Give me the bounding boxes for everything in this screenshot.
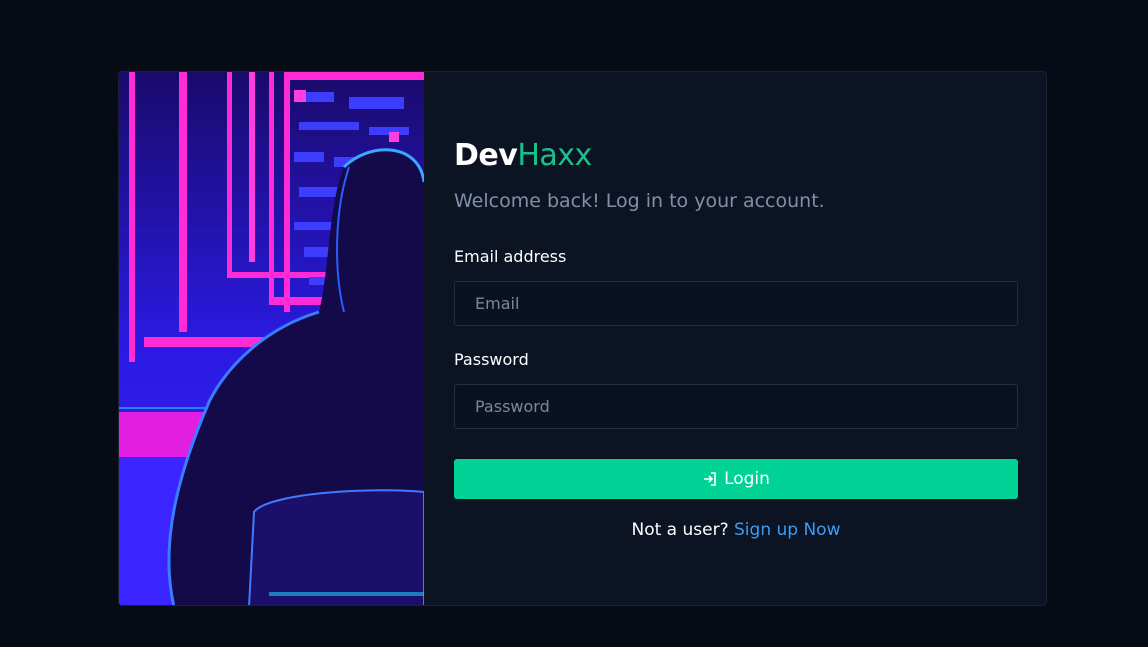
- login-button[interactable]: Login: [454, 459, 1018, 499]
- login-card: DevHaxx Welcome back! Log in to your acc…: [118, 71, 1047, 606]
- login-arrow-icon: [702, 471, 718, 487]
- signup-prompt: Not a user? Sign up Now: [454, 520, 1018, 540]
- password-label: Password: [454, 350, 529, 369]
- welcome-subtitle: Welcome back! Log in to your account.: [454, 190, 825, 212]
- password-field[interactable]: [454, 384, 1018, 429]
- email-field[interactable]: [454, 281, 1018, 326]
- hacker-illustration-icon: [119, 72, 424, 605]
- brand-dev: Dev: [454, 138, 518, 173]
- brand-haxx: Haxx: [517, 138, 592, 173]
- email-label: Email address: [454, 247, 567, 266]
- brand-logo: DevHaxx: [454, 136, 592, 176]
- hero-image: [119, 72, 424, 605]
- signup-text: Not a user?: [631, 520, 729, 540]
- signup-link[interactable]: Sign up Now: [734, 520, 840, 540]
- login-label: Login: [724, 469, 770, 489]
